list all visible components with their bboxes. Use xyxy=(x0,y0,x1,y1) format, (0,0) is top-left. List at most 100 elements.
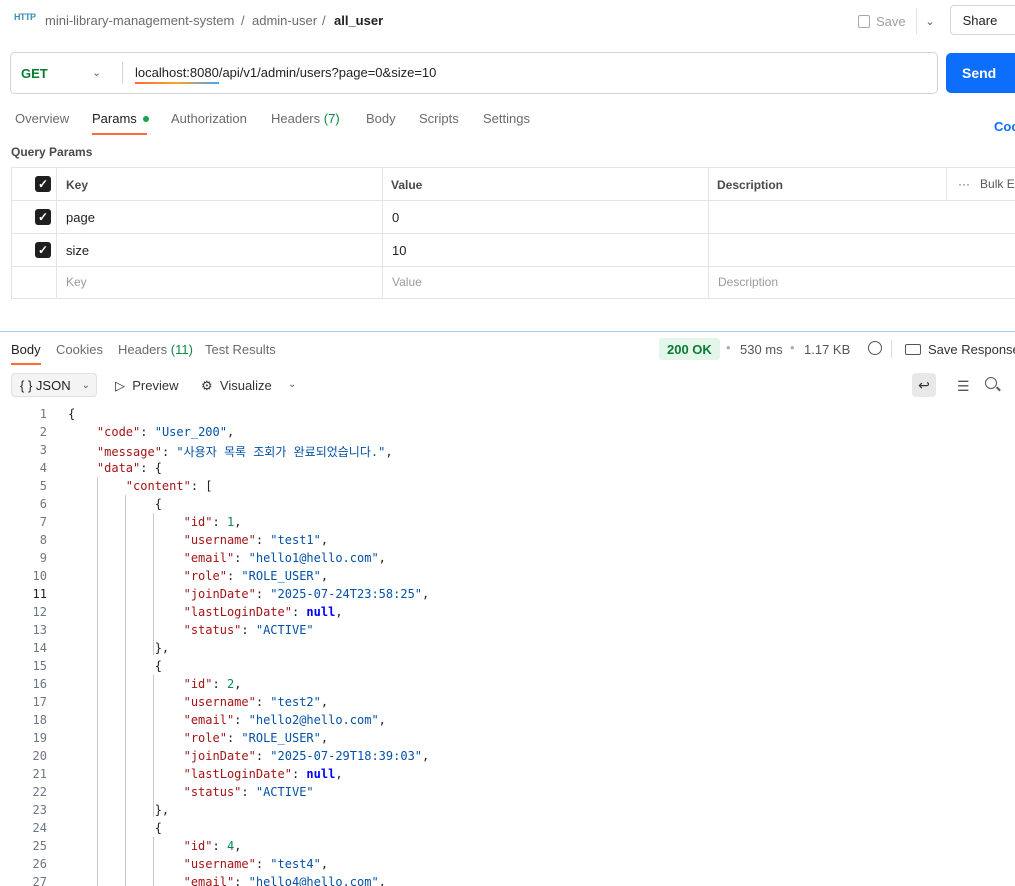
line-number: 5 xyxy=(39,479,47,493)
active-indicator-icon xyxy=(142,115,149,122)
send-button[interactable]: Send xyxy=(946,53,1015,93)
code-line: "code": "User_200", xyxy=(96,425,235,439)
breadcrumb-folder[interactable]: admin-user xyxy=(252,13,317,28)
line-number: 6 xyxy=(39,497,47,511)
save-options-button[interactable]: ⌄ xyxy=(916,8,943,34)
globe-icon[interactable] xyxy=(868,341,882,355)
chevron-down-icon[interactable]: ⌄ xyxy=(92,66,101,79)
code-line: { xyxy=(68,497,162,511)
code-line: "lastLoginDate": null, xyxy=(183,605,343,619)
response-size[interactable]: 1.17 KB xyxy=(804,342,850,357)
status-badge[interactable]: 200 OK xyxy=(659,338,720,360)
param-value[interactable]: 10 xyxy=(392,243,406,258)
tab-count: (11) xyxy=(170,342,193,357)
param-value[interactable]: 0 xyxy=(392,210,399,225)
code-line: "email": "hello2@hello.com", xyxy=(183,713,386,727)
save-button[interactable]: Save xyxy=(858,10,906,32)
code-line: "role": "ROLE_USER", xyxy=(183,731,329,745)
preview-label: Preview xyxy=(132,378,179,393)
breadcrumb-collection[interactable]: mini-library-management-system xyxy=(45,13,234,28)
url-input[interactable]: localhost:8080/api/v1/admin/users?page=0… xyxy=(135,65,436,80)
line-number: 27 xyxy=(32,875,47,886)
save-icon xyxy=(858,14,870,28)
play-icon: ▷ xyxy=(115,378,125,393)
wrap-lines-icon[interactable]: ↩ xyxy=(912,373,936,397)
chevron-down-icon: ⌄ xyxy=(925,15,935,28)
chevron-down-icon: ⌄ xyxy=(81,379,90,391)
code-line: { xyxy=(68,407,76,421)
line-number: 21 xyxy=(32,767,47,781)
response-tab-headers[interactable]: Headers (11) xyxy=(118,342,193,357)
save-response-icon xyxy=(905,344,921,355)
line-number: 24 xyxy=(32,821,47,835)
breadcrumb-request[interactable]: all_user xyxy=(334,13,383,28)
new-param-value-input[interactable]: Value xyxy=(392,275,422,289)
code-line: { xyxy=(68,821,162,835)
column-header-key: Key xyxy=(66,178,89,192)
tab-settings[interactable]: Settings xyxy=(483,111,530,126)
line-number: 17 xyxy=(32,695,47,709)
response-tab-cookies[interactable]: Cookies xyxy=(56,342,103,357)
http-icon: HTTP xyxy=(14,12,36,22)
preview-button[interactable]: ▷ Preview xyxy=(115,378,178,394)
code-line: "joinDate": "2025-07-24T23:58:25", xyxy=(183,587,430,601)
param-checkbox[interactable]: ✓ xyxy=(35,242,51,258)
search-icon[interactable] xyxy=(985,377,997,389)
select-all-checkbox[interactable]: ✓ xyxy=(35,176,51,192)
line-number: 2 xyxy=(39,425,47,439)
tab-body[interactable]: Body xyxy=(366,111,396,126)
tab-overview[interactable]: Overview xyxy=(15,111,69,126)
divider xyxy=(891,340,892,358)
cookies-link[interactable]: Coo xyxy=(994,119,1015,134)
line-number: 4 xyxy=(39,461,47,475)
code-line: "status": "ACTIVE" xyxy=(183,785,314,799)
line-number: 1 xyxy=(39,407,47,421)
visualize-button[interactable]: ⚙ Visualize xyxy=(201,378,272,394)
share-button[interactable]: Share xyxy=(950,5,1015,35)
line-number: 12 xyxy=(32,605,47,619)
visualize-label: Visualize xyxy=(219,378,272,393)
response-tab-body[interactable]: Body xyxy=(11,342,41,357)
tab-label: Params xyxy=(92,111,137,126)
response-body-editor[interactable]: 1 {2 "code": "User_200", 3 "message": "사용자… xyxy=(0,405,1015,886)
bulk-edit-label: Bulk E xyxy=(980,177,1015,191)
code-line: "username": "test2", xyxy=(183,695,329,709)
divider xyxy=(946,167,947,200)
format-select[interactable]: { } JSON ⌄ xyxy=(11,373,97,397)
tab-label: Headers xyxy=(271,111,321,126)
new-param-description-input[interactable]: Description xyxy=(718,275,778,289)
indent-guide xyxy=(125,495,126,886)
save-response-button[interactable]: Save Response xyxy=(928,342,1015,357)
divider xyxy=(11,233,1015,234)
code-line: "lastLoginDate": null, xyxy=(183,767,343,781)
chevron-down-icon[interactable]: ⌄ xyxy=(288,379,296,390)
code-line: "joinDate": "2025-07-29T18:39:03", xyxy=(183,749,430,763)
code-line: "email": "hello4@hello.com", xyxy=(183,875,386,886)
line-number: 15 xyxy=(32,659,47,673)
line-number: 18 xyxy=(32,713,47,727)
tab-headers[interactable]: Headers (7) xyxy=(271,111,340,126)
param-key[interactable]: size xyxy=(66,243,89,258)
response-time[interactable]: 530 ms xyxy=(740,342,783,357)
indent-guide xyxy=(97,477,98,886)
tab-params[interactable]: Params xyxy=(92,111,149,126)
line-number: 10 xyxy=(32,569,47,583)
param-key[interactable]: page xyxy=(66,210,95,225)
line-number: 13 xyxy=(32,623,47,637)
method-select[interactable]: GET xyxy=(21,66,48,81)
separator-dot: • xyxy=(790,340,795,355)
bulk-edit-button[interactable]: ··· Bulk E xyxy=(958,177,1015,191)
tab-scripts[interactable]: Scripts xyxy=(419,111,459,126)
filter-icon[interactable]: ☰ xyxy=(957,378,970,395)
new-param-key-input[interactable]: Key xyxy=(66,275,87,289)
code-line: "message": "사용자 목록 조회가 완료되었습니다.", xyxy=(96,445,393,459)
active-tab-underline xyxy=(92,133,147,135)
line-number: 7 xyxy=(39,515,47,529)
pane-divider[interactable] xyxy=(0,331,1015,332)
line-number: 3 xyxy=(39,443,47,457)
response-tab-test-results[interactable]: Test Results xyxy=(205,342,276,357)
indent-guide xyxy=(153,837,154,886)
line-number: 9 xyxy=(39,551,47,565)
tab-authorization[interactable]: Authorization xyxy=(171,111,247,126)
param-checkbox[interactable]: ✓ xyxy=(35,209,51,225)
